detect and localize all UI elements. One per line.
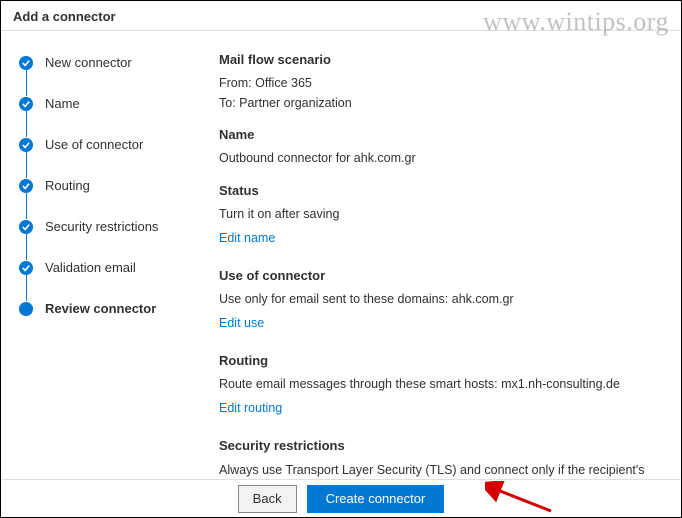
edit-use-link[interactable]: Edit use [219, 315, 264, 333]
check-icon [19, 179, 33, 193]
status-value: Turn it on after saving [219, 206, 663, 224]
wizard-sidebar: New connector Name Use of connector Rout… [1, 31, 201, 477]
name-heading: Name [219, 126, 663, 144]
edit-routing-link[interactable]: Edit routing [219, 400, 282, 418]
edit-name-link[interactable]: Edit name [219, 230, 275, 248]
check-icon [19, 220, 33, 234]
step-label: Review connector [45, 301, 156, 316]
back-button[interactable]: Back [238, 485, 297, 513]
step-label: Use of connector [45, 137, 143, 152]
check-icon [19, 261, 33, 275]
check-icon [19, 97, 33, 111]
step-label: New connector [45, 55, 132, 70]
routing-heading: Routing [219, 352, 663, 370]
routing-value: Route email messages through these smart… [219, 376, 663, 394]
step-routing[interactable]: Routing [19, 178, 189, 219]
step-use-of-connector[interactable]: Use of connector [19, 137, 189, 178]
mailflow-to: To: Partner organization [219, 95, 663, 113]
step-new-connector[interactable]: New connector [19, 55, 189, 96]
security-heading: Security restrictions [219, 437, 663, 455]
review-panel: Mail flow scenario From: Office 365 To: … [201, 31, 681, 477]
step-label: Name [45, 96, 80, 111]
content-body: New connector Name Use of connector Rout… [1, 31, 681, 477]
check-icon [19, 56, 33, 70]
step-label: Validation email [45, 260, 136, 275]
step-validation-email[interactable]: Validation email [19, 260, 189, 301]
status-heading: Status [219, 182, 663, 200]
step-review-connector[interactable]: Review connector [19, 301, 189, 316]
step-label: Routing [45, 178, 90, 193]
use-heading: Use of connector [219, 267, 663, 285]
step-label: Security restrictions [45, 219, 158, 234]
step-security-restrictions[interactable]: Security restrictions [19, 219, 189, 260]
name-value: Outbound connector for ahk.com.gr [219, 150, 663, 168]
footer-bar: Back Create connector [1, 479, 681, 517]
create-connector-button[interactable]: Create connector [307, 485, 445, 513]
mailflow-from: From: Office 365 [219, 75, 663, 93]
check-icon [19, 138, 33, 152]
step-name[interactable]: Name [19, 96, 189, 137]
security-value: Always use Transport Layer Security (TLS… [219, 462, 663, 477]
use-value: Use only for email sent to these domains… [219, 291, 663, 309]
current-step-icon [19, 302, 33, 316]
mailflow-heading: Mail flow scenario [219, 51, 663, 69]
page-title: Add a connector [1, 1, 681, 31]
